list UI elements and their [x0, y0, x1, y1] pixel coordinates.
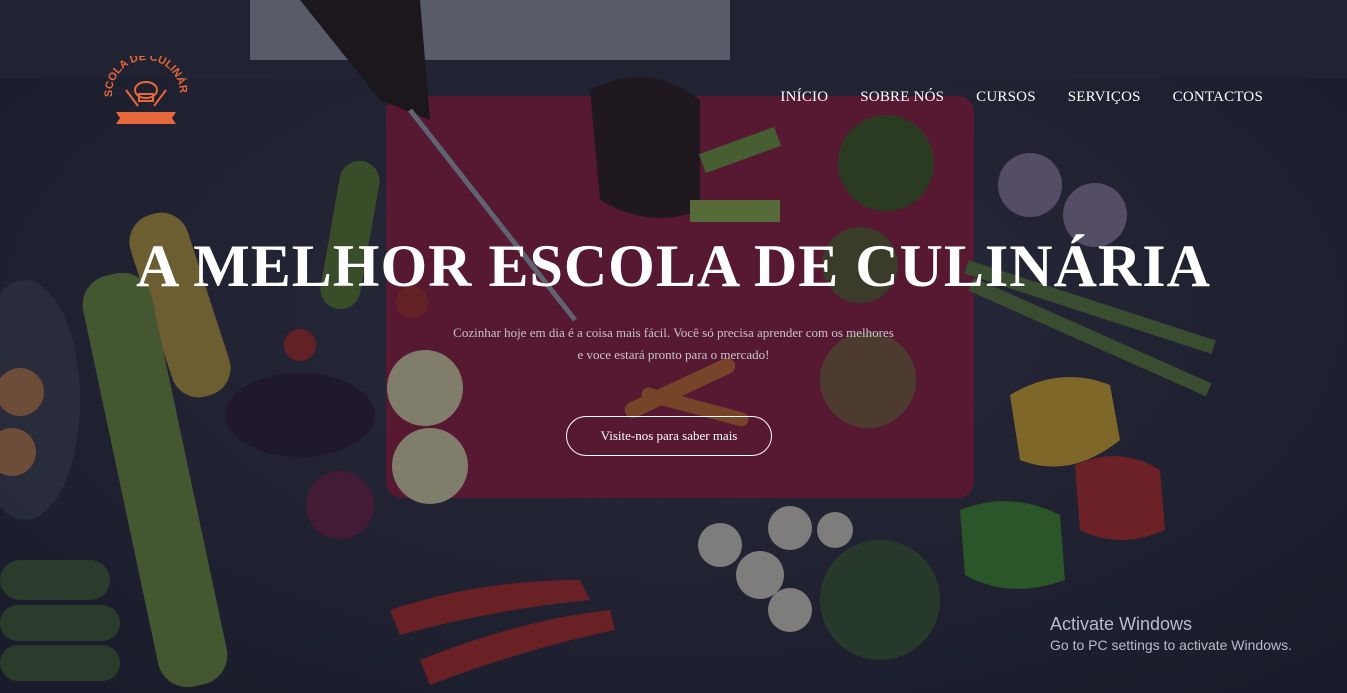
- windows-activation-watermark: Activate Windows Go to PC settings to ac…: [1050, 614, 1292, 653]
- nav-item-inicio[interactable]: INÍCIO: [780, 89, 828, 106]
- hero-section: ESCOLA DE CULINÁRIA INÍCIO SOBRE NÓS CUR…: [0, 0, 1347, 693]
- main-navigation: INÍCIO SOBRE NÓS CURSOS SERVIÇOS CONTACT…: [780, 89, 1263, 106]
- svg-text:ESCOLA DE CULINÁRIA: ESCOLA DE CULINÁRIA: [104, 56, 188, 97]
- logo-ribbon: [116, 112, 176, 124]
- nav-item-sobre-nos[interactable]: SOBRE NÓS: [860, 89, 944, 106]
- chef-hat-icon: [125, 81, 167, 107]
- nav-item-servicos[interactable]: SERVIÇOS: [1068, 89, 1141, 106]
- school-logo[interactable]: ESCOLA DE CULINÁRIA: [104, 56, 188, 130]
- hero-subtitle-line-1: Cozinhar hoje em dia é a coisa mais fáci…: [453, 325, 894, 340]
- hero-subtitle: Cozinhar hoje em dia é a coisa mais fáci…: [0, 322, 1347, 366]
- watermark-title: Activate Windows: [1050, 614, 1193, 634]
- watermark-subtitle: Go to PC settings to activate Windows.: [1050, 637, 1292, 653]
- nav-item-cursos[interactable]: CURSOS: [976, 89, 1036, 106]
- visit-us-button[interactable]: Visite-nos para saber mais: [566, 416, 772, 456]
- site-header: ESCOLA DE CULINÁRIA INÍCIO SOBRE NÓS CUR…: [0, 0, 1347, 140]
- hero-subtitle-line-2: e voce estará pronto para o mercado!: [577, 347, 770, 362]
- hero-title: A MELHOR ESCOLA DE CULINÁRIA: [136, 233, 1211, 299]
- nav-item-contactos[interactable]: CONTACTOS: [1173, 89, 1263, 106]
